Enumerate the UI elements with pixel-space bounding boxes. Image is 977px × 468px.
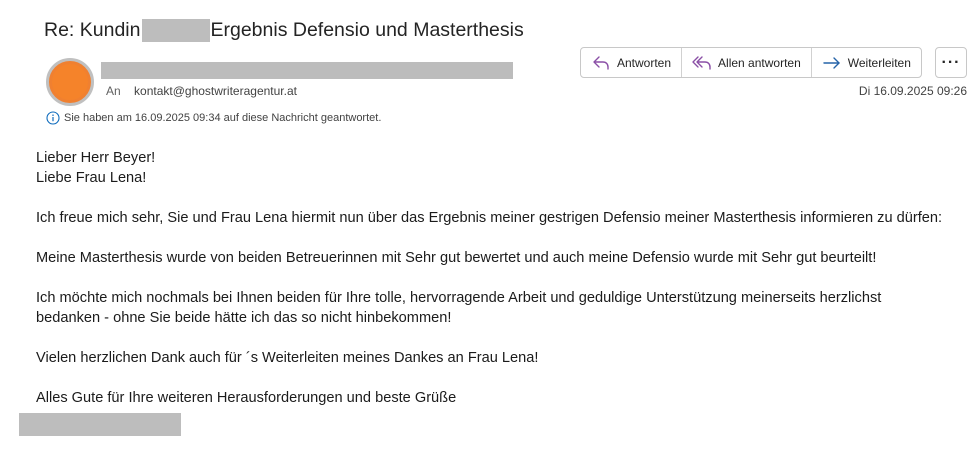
- subject-suffix: Ergebnis Defensio und Masterthesis: [210, 18, 524, 41]
- reply-all-button[interactable]: Allen antworten: [682, 48, 812, 77]
- message-actions: Antworten Allen antworten Weiterleiten: [580, 47, 922, 78]
- greeting-line-1: Lieber Herr Beyer!: [36, 150, 156, 166]
- redacted-name-block: [142, 18, 211, 42]
- recipient-label: An: [106, 84, 121, 98]
- recipient-address[interactable]: kontakt@ghostwriteragentur.at: [134, 84, 297, 98]
- closing-line: Alles Gute für Ihre weiteren Herausforde…: [36, 390, 457, 406]
- redacted-sender-name: [101, 62, 513, 79]
- recipient-line: An kontakt@ghostwriteragentur.at: [106, 84, 297, 98]
- body-paragraph-2: Meine Masterthesis wurde von beiden Betr…: [36, 250, 877, 266]
- email-subject: Re: Kundin Ergebnis Defensio und Mastert…: [44, 17, 524, 43]
- message-date: Di 16.09.2025 09:26: [858, 84, 967, 98]
- message-body: Lieber Herr Beyer! Liebe Frau Lena! Ich …: [36, 148, 971, 408]
- forward-label: Weiterleiten: [847, 55, 911, 70]
- greeting-line-2: Liebe Frau Lena!: [36, 170, 147, 186]
- body-paragraph-3b: bedanken - ohne Sie beide hätte ich das …: [36, 310, 452, 326]
- forward-arrow-icon: [822, 55, 842, 71]
- reply-all-label: Allen antworten: [718, 55, 801, 70]
- body-paragraph-3a: Ich möchte mich nochmals bei Ihnen beide…: [36, 290, 882, 306]
- reply-info-banner: Sie haben am 16.09.2025 09:34 auf diese …: [46, 111, 381, 125]
- body-paragraph-1: Ich freue mich sehr, Sie und Frau Lena h…: [36, 210, 943, 226]
- reply-info-text: Sie haben am 16.09.2025 09:34 auf diese …: [64, 112, 382, 124]
- reply-label: Antworten: [617, 55, 672, 70]
- reply-icon: [591, 55, 611, 71]
- reply-button[interactable]: Antworten: [581, 48, 683, 77]
- redacted-signature: [19, 413, 181, 436]
- more-actions-button[interactable]: ···: [935, 47, 967, 78]
- subject-prefix: Re: Kundin: [44, 18, 141, 41]
- forward-button[interactable]: Weiterleiten: [812, 48, 921, 77]
- avatar-fill: [52, 64, 88, 100]
- reply-all-icon: [692, 55, 712, 71]
- info-icon: [46, 111, 60, 125]
- sender-avatar[interactable]: [46, 58, 94, 106]
- body-paragraph-4: Vielen herzlichen Dank auch für ´s Weite…: [36, 350, 539, 366]
